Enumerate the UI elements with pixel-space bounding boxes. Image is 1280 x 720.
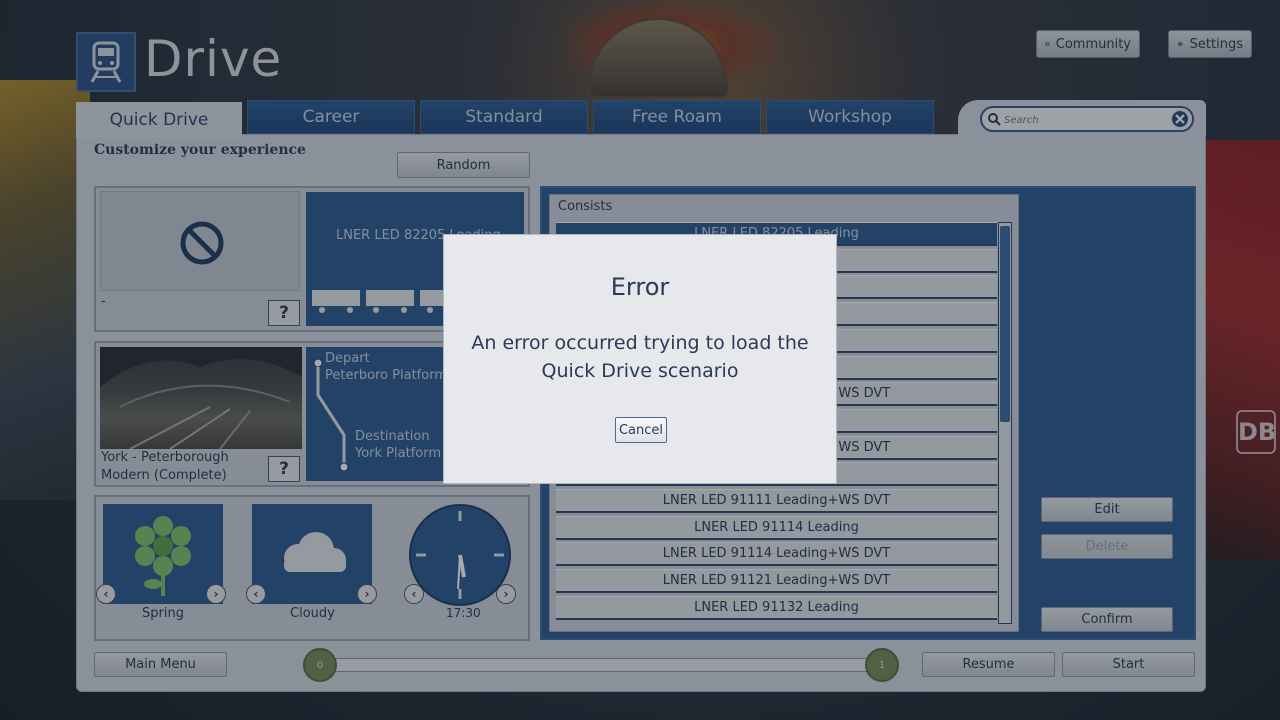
error-dialog: Error An error occurred trying to load t… — [443, 234, 837, 484]
error-dialog-message: An error occurred trying to load the Qui… — [471, 332, 809, 382]
error-dialog-title: Error — [610, 273, 670, 301]
error-cancel-button[interactable]: Cancel — [615, 417, 667, 443]
